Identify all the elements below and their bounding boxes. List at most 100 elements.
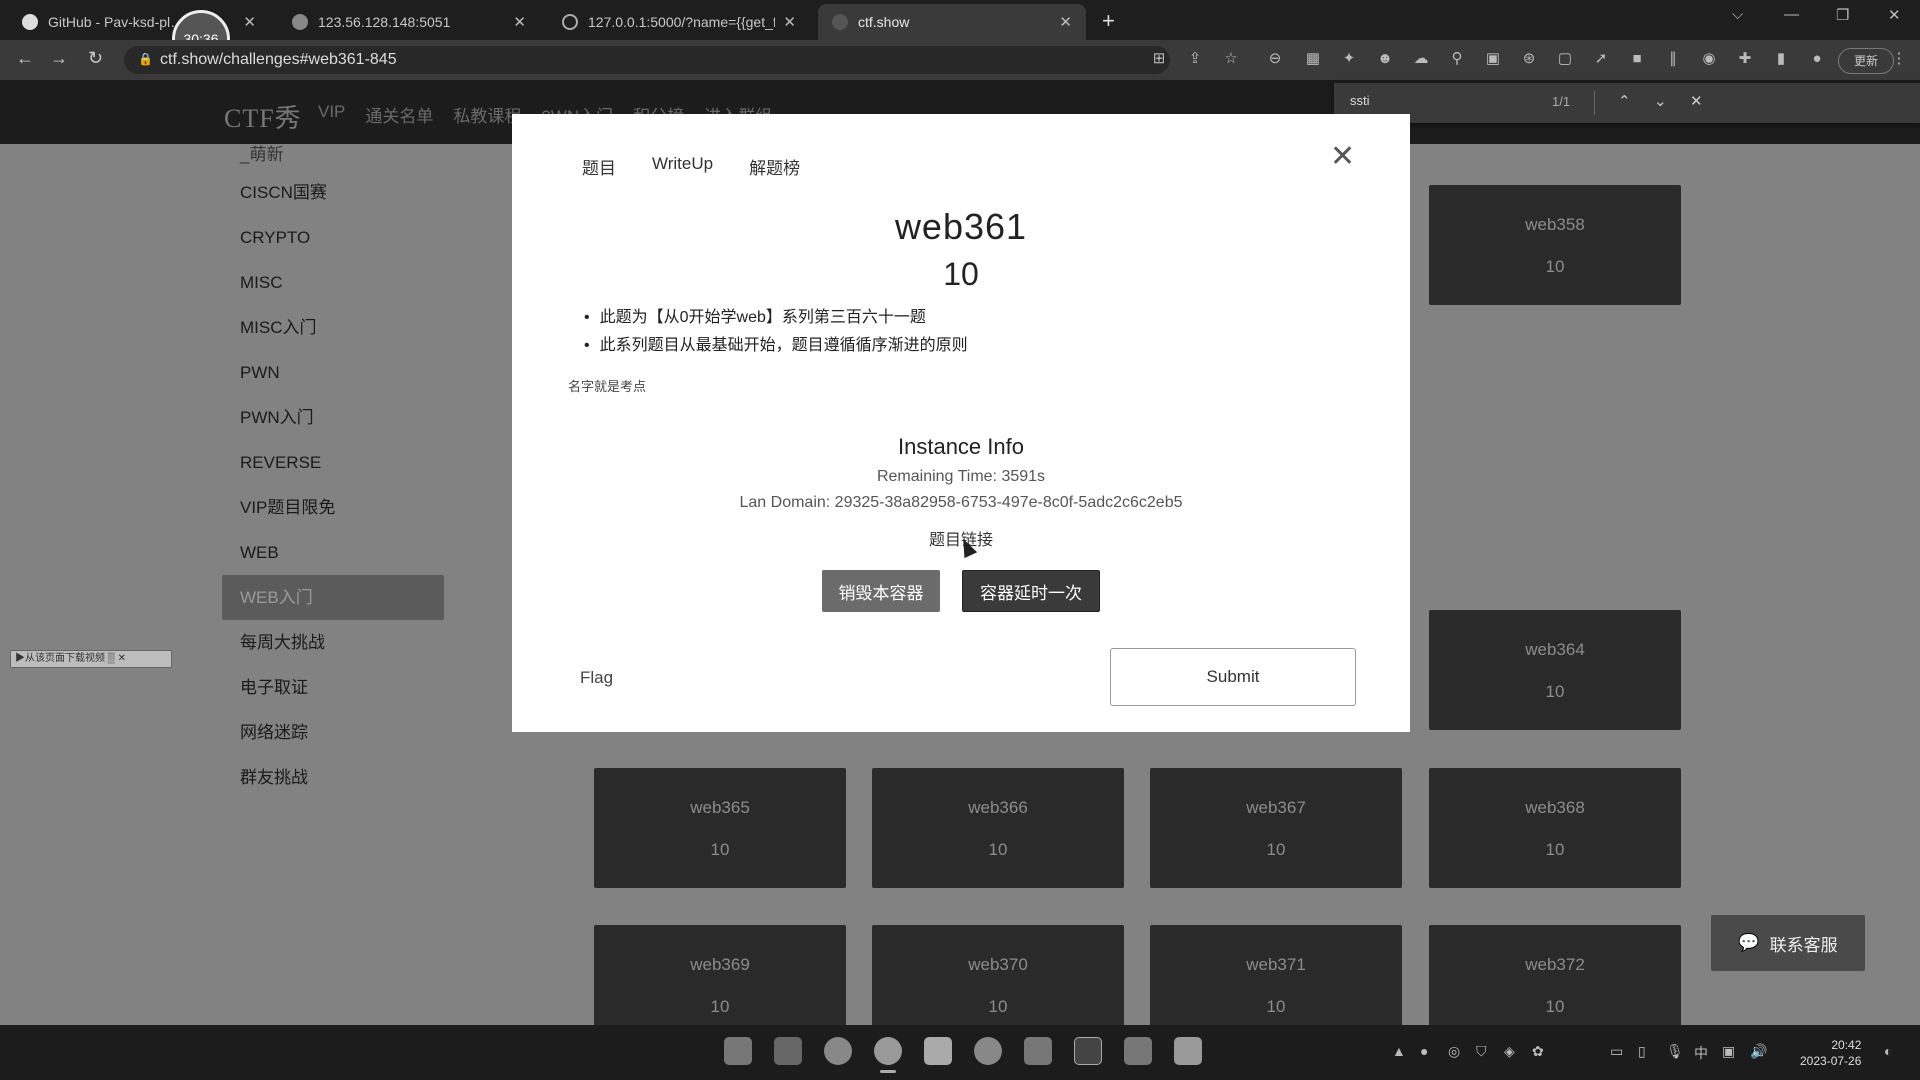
photos-icon[interactable]: [1024, 1037, 1052, 1065]
site-logo[interactable]: CTF秀: [224, 98, 302, 135]
challenge-card[interactable]: web370 10: [872, 925, 1124, 1025]
tray-app-icon[interactable]: ◈: [1504, 1043, 1515, 1060]
tray-app-icon[interactable]: ▲: [1392, 1043, 1406, 1059]
extend-container-button[interactable]: 容器延时一次: [962, 570, 1100, 612]
close-icon[interactable]: ✕: [513, 13, 526, 31]
sidebar-item-web[interactable]: WEB: [222, 530, 444, 575]
sidebar-item-ciscn[interactable]: CISCN国赛: [222, 170, 444, 215]
microphone-icon[interactable]: 🎙: [1666, 1043, 1684, 1060]
contact-support-button[interactable]: 💬 联系客服: [1711, 915, 1865, 971]
modal-close-icon[interactable]: ✕: [1330, 142, 1355, 172]
video-download-bar[interactable]: ▶从该页面下载视频 ▒ ✕: [10, 650, 172, 668]
tray-app-icon[interactable]: ●: [1420, 1043, 1428, 1059]
typora-icon[interactable]: [924, 1037, 952, 1065]
submit-button[interactable]: Submit: [1110, 648, 1356, 706]
extension-ring-icon[interactable]: ◉: [1700, 50, 1718, 68]
tray-app-icon[interactable]: ✿: [1532, 1043, 1544, 1060]
nav-vip[interactable]: VIP: [318, 102, 345, 127]
extension-box-icon[interactable]: ▢: [1556, 50, 1574, 68]
reload-icon[interactable]: ↻: [88, 48, 103, 69]
sidebar-item-crypto[interactable]: CRYPTO: [222, 215, 444, 260]
challenge-card[interactable]: web371 10: [1150, 925, 1402, 1025]
extension-grid-icon[interactable]: ▦: [1304, 50, 1322, 68]
back-icon[interactable]: ←: [16, 48, 34, 69]
new-tab-icon[interactable]: +: [1102, 8, 1115, 34]
sidebar-item-pwn-intro[interactable]: PWN入门: [222, 395, 444, 440]
challenge-card[interactable]: web367 10: [1150, 768, 1402, 888]
share-icon[interactable]: ⇪: [1186, 50, 1204, 68]
extension-arrow-icon[interactable]: ➚: [1592, 50, 1610, 68]
challenge-card[interactable]: web372 10: [1429, 925, 1681, 1025]
volume-icon[interactable]: 🔊: [1750, 1043, 1767, 1060]
close-icon[interactable]: ✕: [783, 13, 796, 31]
find-next-icon[interactable]: ⌄: [1654, 92, 1667, 110]
tab-search-icon[interactable]: ⌵: [1732, 6, 1743, 23]
extensions-puzzle-icon[interactable]: ✚: [1736, 50, 1754, 68]
update-button[interactable]: 更新: [1838, 48, 1894, 74]
sidebar-item-newbie[interactable]: _萌新: [222, 140, 444, 170]
extension-minus-icon[interactable]: ⊖: [1266, 50, 1284, 68]
challenge-card[interactable]: web368 10: [1429, 768, 1681, 888]
extension-cookie-icon[interactable]: ⊛: [1520, 50, 1538, 68]
sidebar-item-pwn[interactable]: PWN: [222, 350, 444, 395]
tab-challenge[interactable]: 题目: [582, 154, 616, 179]
close-icon[interactable]: ✕: [243, 13, 256, 31]
challenge-card[interactable]: web369 10: [594, 925, 846, 1025]
window-close-icon[interactable]: ✕: [1888, 6, 1901, 24]
chrome-icon[interactable]: [874, 1037, 902, 1073]
sidebar-item-misc[interactable]: MISC: [222, 260, 444, 305]
forward-icon[interactable]: →: [50, 48, 68, 69]
destroy-container-button[interactable]: 销毁本容器: [822, 570, 940, 612]
challenge-card[interactable]: web358 10: [1429, 185, 1681, 305]
extension-puzzle-small-icon[interactable]: ✦: [1340, 50, 1358, 68]
restore-icon[interactable]: ❐: [1836, 6, 1849, 24]
kebab-menu-icon[interactable]: ⋮: [1890, 50, 1908, 68]
tray-message-icon[interactable]: ▭: [1610, 1043, 1623, 1060]
pycharm-icon[interactable]: [1074, 1037, 1102, 1065]
nav-pass-list[interactable]: 通关名单: [365, 102, 433, 127]
sidebar-item-forensics[interactable]: 电子取证: [222, 665, 444, 710]
steam-icon[interactable]: [974, 1037, 1002, 1065]
find-input[interactable]: ssti: [1350, 93, 1370, 108]
extension-bars-icon[interactable]: ∥: [1664, 50, 1682, 68]
side-panel-icon[interactable]: ▮: [1772, 50, 1790, 68]
ime-indicator[interactable]: 中: [1694, 1043, 1708, 1063]
find-close-icon[interactable]: ✕: [1690, 92, 1703, 110]
tray-shield-icon[interactable]: ⛉: [1476, 1043, 1487, 1060]
extension-fe-icon[interactable]: ▣: [1484, 50, 1502, 68]
tray-app-icon[interactable]: ◎: [1448, 1043, 1460, 1060]
notification-icon[interactable]: ◐: [1884, 1043, 1892, 1059]
challenge-card[interactable]: web365 10: [594, 768, 846, 888]
sublime-icon[interactable]: [1124, 1037, 1152, 1065]
url-input[interactable]: 🔒 ctf.show/challenges#web361-845: [124, 46, 1170, 74]
sidebar-item-osint[interactable]: 网络迷踪: [222, 710, 444, 755]
profile-icon[interactable]: ●: [1808, 50, 1826, 68]
sidebar-item-misc-intro[interactable]: MISC入门: [222, 305, 444, 350]
network-icon[interactable]: ▣: [1722, 1043, 1735, 1060]
tab-ip[interactable]: 123.56.128.148:5051 ✕: [278, 4, 540, 40]
tab-localhost[interactable]: 127.0.0.1:5000/?name={{get_fl ✕: [548, 4, 810, 40]
sidebar-item-weekly[interactable]: 每周大挑战: [222, 620, 444, 665]
sidebar-item-web-intro[interactable]: WEB入门: [222, 575, 444, 620]
extension-pin-icon[interactable]: ⚲: [1448, 50, 1466, 68]
extension-square-icon[interactable]: ■: [1628, 50, 1646, 68]
tab-writeup[interactable]: WriteUp: [652, 154, 713, 179]
file-explorer-icon[interactable]: [774, 1037, 802, 1065]
extension-cat-icon[interactable]: ☻: [1376, 50, 1394, 68]
tab-ctfshow[interactable]: ctf.show ✕: [818, 4, 1086, 40]
start-icon[interactable]: [724, 1037, 752, 1065]
minimize-icon[interactable]: —: [1784, 6, 1799, 23]
tray-phone-icon[interactable]: ▯: [1638, 1043, 1646, 1060]
find-previous-icon[interactable]: ⌃: [1618, 92, 1631, 110]
edge-icon[interactable]: [824, 1037, 852, 1065]
tab-github[interactable]: GitHub - Pav-ksd-pl…es\ ✕: [8, 4, 270, 40]
challenge-card[interactable]: web366 10: [872, 768, 1124, 888]
close-icon[interactable]: ✕: [1059, 13, 1072, 31]
sidebar-item-reverse[interactable]: REVERSE: [222, 440, 444, 485]
editor-icon[interactable]: [1174, 1037, 1202, 1065]
sidebar-item-community[interactable]: 群友挑战: [222, 755, 444, 800]
flag-input[interactable]: Flag: [580, 668, 613, 688]
tab-solves[interactable]: 解题榜: [749, 154, 800, 179]
system-clock[interactable]: 20:42 2023-07-26: [1800, 1037, 1861, 1069]
translate-icon[interactable]: ⊞: [1150, 50, 1168, 68]
